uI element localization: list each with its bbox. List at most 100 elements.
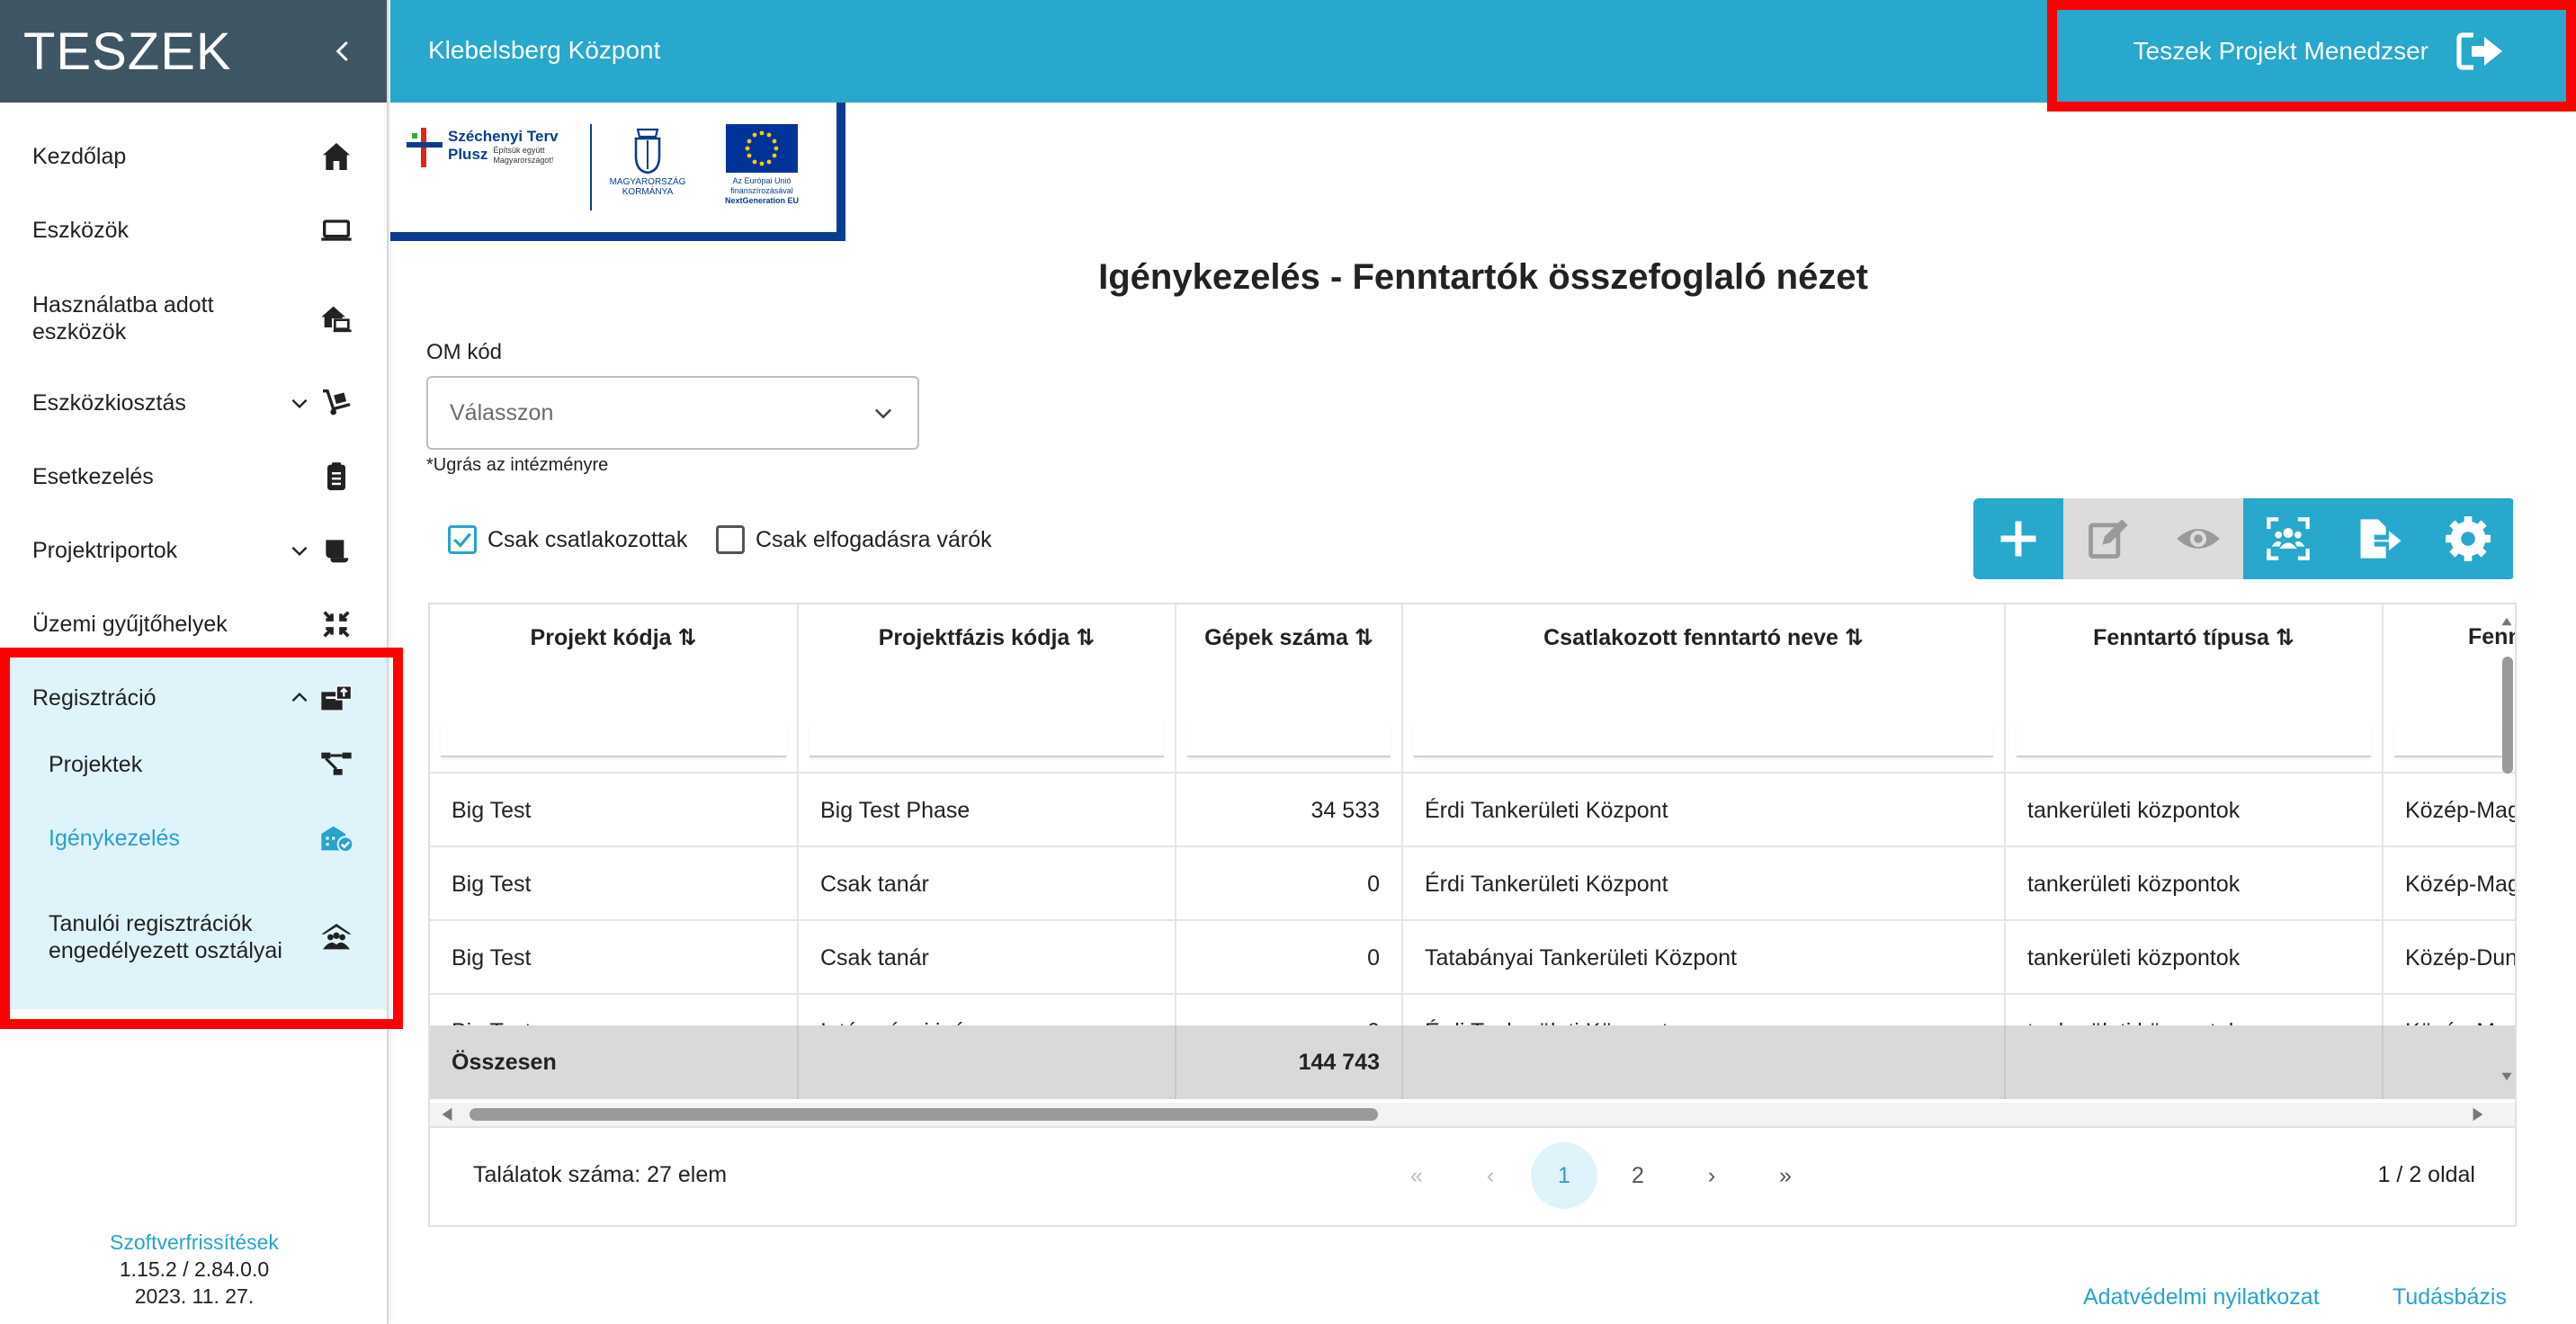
column-header-maintainer-name[interactable]: Csatlakozott fenntartó neve ⇅ [1403,604,2006,772]
next-page-button[interactable]: › [1678,1142,1745,1209]
chevron-down-icon [874,408,892,419]
user-role: Teszek Projekt Menedzser [2133,37,2428,65]
archive-upload-icon [321,684,353,711]
chevron-down-icon [291,546,308,557]
top-header: Klebelsberg Központ Teszek Projekt Mened… [390,0,2576,103]
chevron-up-icon [291,692,308,702]
om-code-placeholder: Válasszon [450,399,554,425]
filter-input-machine-count[interactable] [1187,721,1391,757]
sort-icon[interactable]: ⇅ [1076,625,1095,650]
view-button[interactable] [2153,498,2243,579]
software-updates-link[interactable]: Szoftverfrissítések [0,1229,389,1256]
users-scan-icon [2267,517,2310,560]
sidebar-item-devices[interactable]: Eszközök [0,205,389,255]
sidebar-item-home[interactable]: Kezdőlap [0,131,389,182]
government-logo: MAGYARORSZÁG KORMÁNYA [603,124,693,197]
collapse-sidebar-button[interactable] [326,33,362,69]
sidebar-item-label: Regisztráció [32,685,157,711]
page-button-2[interactable]: 2 [1605,1142,1671,1209]
edit-button[interactable] [2063,498,2153,579]
clipboard-list-icon [327,462,345,490]
sidebar-item-label: Használatba adott eszközök [32,292,214,344]
coat-of-arms-icon [634,128,661,174]
sidebar-item-registration[interactable]: Regisztráció [0,673,389,723]
sort-icon[interactable]: ⇅ [1845,625,1864,650]
filter-input-project-code[interactable] [441,721,786,757]
users-button[interactable] [2243,498,2333,579]
chevron-left-icon [335,40,348,62]
file-export-icon [2360,519,2402,559]
sidebar-item-project-reports[interactable]: Projektriportok [0,525,389,576]
table-row[interactable]: Big Test Big Test Phase 34 533 Érdi Tank… [430,772,2515,847]
laptop-icon [321,219,352,241]
sort-icon[interactable]: ⇅ [2276,625,2294,650]
sidebar-item-assigned-devices[interactable]: Használatba adott eszközök [0,286,389,351]
column-header-machine-count[interactable]: Gépek száma ⇅ [1176,604,1403,772]
brand-bar: TESZEK [0,0,387,103]
check-icon [453,532,471,548]
scroll-up-icon[interactable] [2500,615,2513,628]
export-button[interactable] [2333,498,2423,579]
privacy-link[interactable]: Adatvédelmi nyilatkozat [2083,1284,2320,1311]
scroll-right-icon[interactable] [2470,1106,2486,1123]
page-button-1[interactable]: 1 [1531,1142,1597,1209]
column-header-phase-code[interactable]: Projektfázis kódja ⇅ [799,604,1176,772]
gear-icon [2446,516,2491,561]
sidebar-item-label: Kezdőlap [32,144,127,169]
prev-page-button[interactable]: ‹ [1457,1142,1524,1209]
total-label: Összesen [430,1025,799,1099]
action-toolbar [1973,498,2515,579]
project-diagram-icon [321,752,352,775]
sidebar-item-device-distribution[interactable]: Eszközkiosztás [0,378,389,428]
table-row[interactable]: Big Test Csak tanár 0 Tatabányai Tankerü… [430,919,2515,995]
sidebar-item-requests[interactable]: Igénykezelés [0,813,389,863]
sidebar-item-case-handling[interactable]: Esetkezelés [0,452,389,502]
column-header-maintainer-type[interactable]: Fenntartó típusa ⇅ [2006,604,2384,772]
scroll-down-icon[interactable] [2500,1070,2513,1083]
page-info: 1 / 2 oldal [2377,1162,2475,1187]
compress-arrows-icon [323,611,350,638]
vertical-scrollbar[interactable] [2500,615,2513,1083]
result-count: Találatok száma: 27 elem [473,1162,728,1187]
column-header-region[interactable]: Fenn [2384,604,2515,772]
checkbox-unchecked[interactable] [716,525,745,554]
vertical-scroll-thumb[interactable] [2502,657,2513,774]
horizontal-scroll-thumb[interactable] [470,1108,1378,1121]
table-row[interactable]: Big Test Csak tanár 0 Érdi Tankerületi K… [430,845,2515,921]
pending-only-checkbox[interactable]: Csak elfogadásra várók [716,525,992,554]
sidebar-item-label: Eszközkiosztás [32,390,186,416]
plus-icon [2000,521,2036,557]
funding-logos: Széchenyi Terv Plusz Építsük együtt Magy… [390,103,845,241]
szechenyi-logo: Széchenyi Terv Plusz Építsük együtt Magy… [407,128,565,167]
filter-input-maintainer-type[interactable] [2017,721,2371,757]
logout-icon[interactable] [2455,30,2506,73]
sidebar-item-student-registration-classes[interactable]: Tanulói regisztrációk engedélyezett oszt… [0,894,389,980]
add-button[interactable] [1973,498,2063,579]
settings-button[interactable] [2423,498,2513,579]
edit-icon [2089,519,2128,559]
checkbox-checked[interactable] [448,525,477,554]
sidebar: TESZEK Kezdőlap Eszközök Használatba ado… [0,0,389,1324]
first-page-button[interactable]: « [1383,1142,1450,1209]
version-info: Szoftverfrissítések 1.15.2 / 2.84.0.0 20… [0,1229,389,1310]
brand-title: TESZEK [23,22,232,81]
joined-only-checkbox[interactable]: Csak csatlakozottak [448,525,687,554]
sort-icon[interactable]: ⇅ [1355,625,1373,650]
version-date: 2023. 11. 27. [134,1284,255,1308]
sidebar-item-projects[interactable]: Projektek [0,739,389,790]
scroll-left-icon[interactable] [439,1106,455,1123]
pagination-bar: Találatok száma: 27 elem « ‹ 1 2 › » 1 /… [428,1128,2517,1227]
knowledge-base-link[interactable]: Tudásbázis [2393,1284,2507,1311]
horizontal-scrollbar[interactable] [430,1103,2515,1126]
om-code-select[interactable]: Válasszon [426,376,919,450]
eu-flag-icon [726,124,798,173]
user-menu[interactable]: Teszek Projekt Menedzser [2085,0,2576,103]
home-laptop-icon [321,306,352,333]
sort-icon[interactable]: ⇅ [678,625,697,650]
last-page-button[interactable]: » [1752,1142,1819,1209]
filter-input-phase-code[interactable] [809,721,1164,757]
sidebar-item-collection-points[interactable]: Üzemi gyűjtőhelyek [0,599,389,649]
filter-input-maintainer-name[interactable] [1414,721,1993,757]
column-header-project-code[interactable]: Projekt kódja ⇅ [430,604,799,772]
filter-input-region[interactable] [2394,721,2508,757]
